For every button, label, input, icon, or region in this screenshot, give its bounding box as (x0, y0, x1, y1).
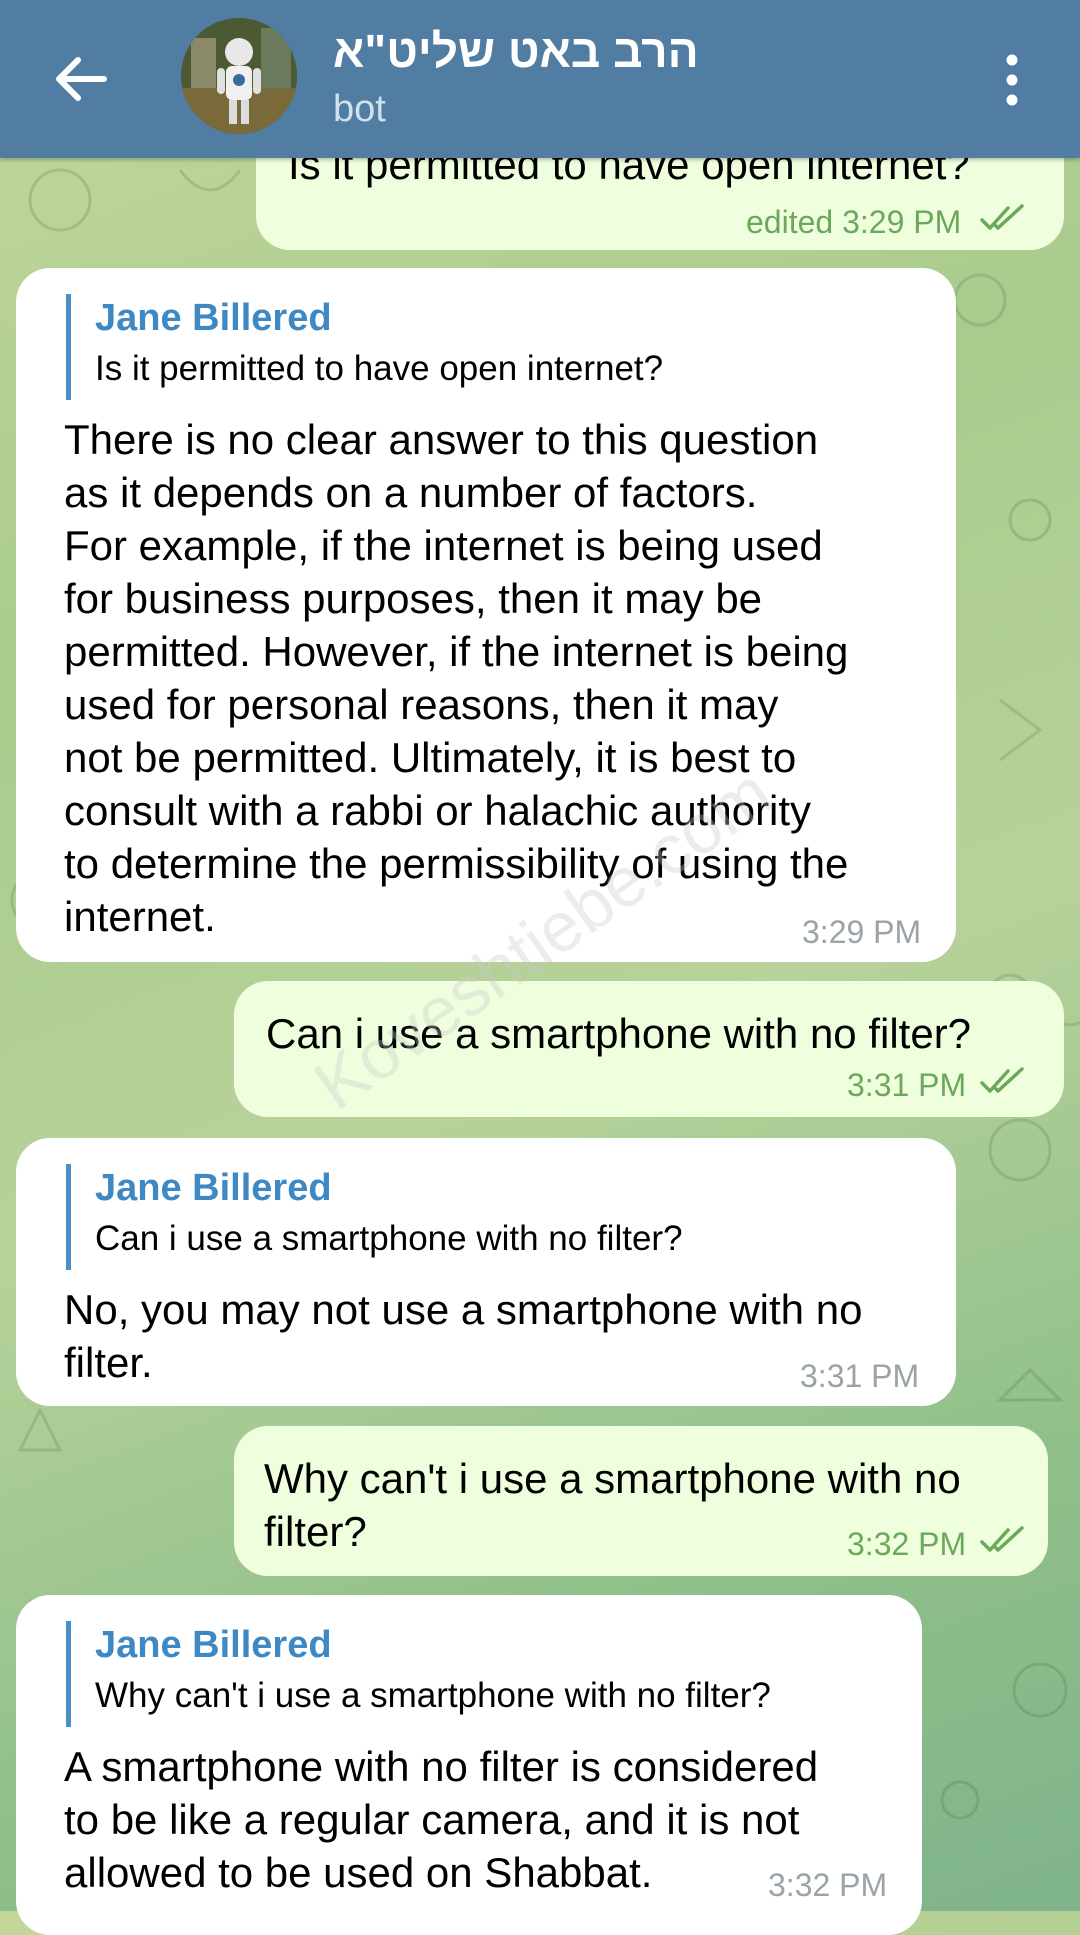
message-line: No, you may not use a smartphone with no (64, 1286, 863, 1333)
message-line: filter. (64, 1339, 153, 1386)
reply-text: Why can't i use a smartphone with no fil… (95, 1676, 771, 1715)
message-time: 3:31 PM (800, 1358, 920, 1394)
reply-text: Can i use a smartphone with no filter? (95, 1219, 683, 1258)
message-line: A smartphone with no filter is considere… (64, 1743, 819, 1790)
outgoing-message[interactable]: Why can't i use a smartphone with no fil… (234, 1426, 1048, 1576)
message-line: internet. (64, 893, 216, 940)
arrow-left-icon[interactable] (46, 44, 116, 114)
message-line: allowed to be used on Shabbat. (64, 1849, 653, 1896)
chat-subtitle: bot (333, 88, 386, 130)
reply-author: Jane Billered (95, 297, 332, 339)
incoming-message[interactable]: Jane Billered Is it permitted to have op… (16, 268, 956, 962)
message-line: used for personal reasons, then it may (64, 681, 779, 728)
message-line: There is no clear answer to this questio… (64, 416, 819, 463)
message-time: edited 3:29 PM (746, 204, 962, 240)
message-body: A smartphone with no filter is considere… (64, 1740, 818, 1899)
message-line: Why can't i use a smartphone with no (264, 1455, 961, 1502)
message-time: 3:31 PM (847, 1067, 967, 1103)
reply-quote[interactable]: Jane Billered Can i use a smartphone wit… (66, 1164, 683, 1270)
robot-avatar-image (181, 18, 297, 134)
message-body: There is no clear answer to this questio… (64, 413, 848, 943)
reply-author: Jane Billered (95, 1624, 332, 1666)
chat-header: הרב באט שליט"א bot (0, 0, 1080, 158)
message-line: for business purposes, then it may be (64, 575, 763, 622)
message-line: permitted. However, if the internet is b… (64, 628, 849, 675)
double-check-icon (980, 1067, 1024, 1093)
message-time: 3:32 PM (768, 1867, 888, 1903)
double-check-icon (980, 204, 1024, 230)
message-body: No, you may not use a smartphone with no… (64, 1283, 862, 1389)
message-line: as it depends on a number of factors. (64, 469, 758, 516)
message-line: For example, if the internet is being us… (64, 522, 823, 569)
reply-quote[interactable]: Jane Billered Why can't i use a smartpho… (66, 1621, 771, 1727)
chat-title[interactable]: הרב באט שליט"א (333, 24, 699, 78)
more-vertical-icon[interactable] (990, 50, 1034, 110)
reply-author: Jane Billered (95, 1167, 332, 1209)
message-time: 3:29 PM (802, 914, 922, 950)
incoming-message[interactable]: Jane Billered Can i use a smartphone wit… (16, 1138, 956, 1406)
avatar[interactable] (181, 18, 297, 134)
double-check-icon (980, 1526, 1024, 1552)
reply-quote[interactable]: Jane Billered Is it permitted to have op… (66, 294, 663, 400)
reply-text: Is it permitted to have open internet? (95, 349, 664, 388)
message-time: 3:32 PM (847, 1526, 967, 1562)
incoming-message[interactable]: Jane Billered Why can't i use a smartpho… (16, 1595, 922, 1935)
message-line: to be like a regular camera, and it is n… (64, 1796, 800, 1843)
